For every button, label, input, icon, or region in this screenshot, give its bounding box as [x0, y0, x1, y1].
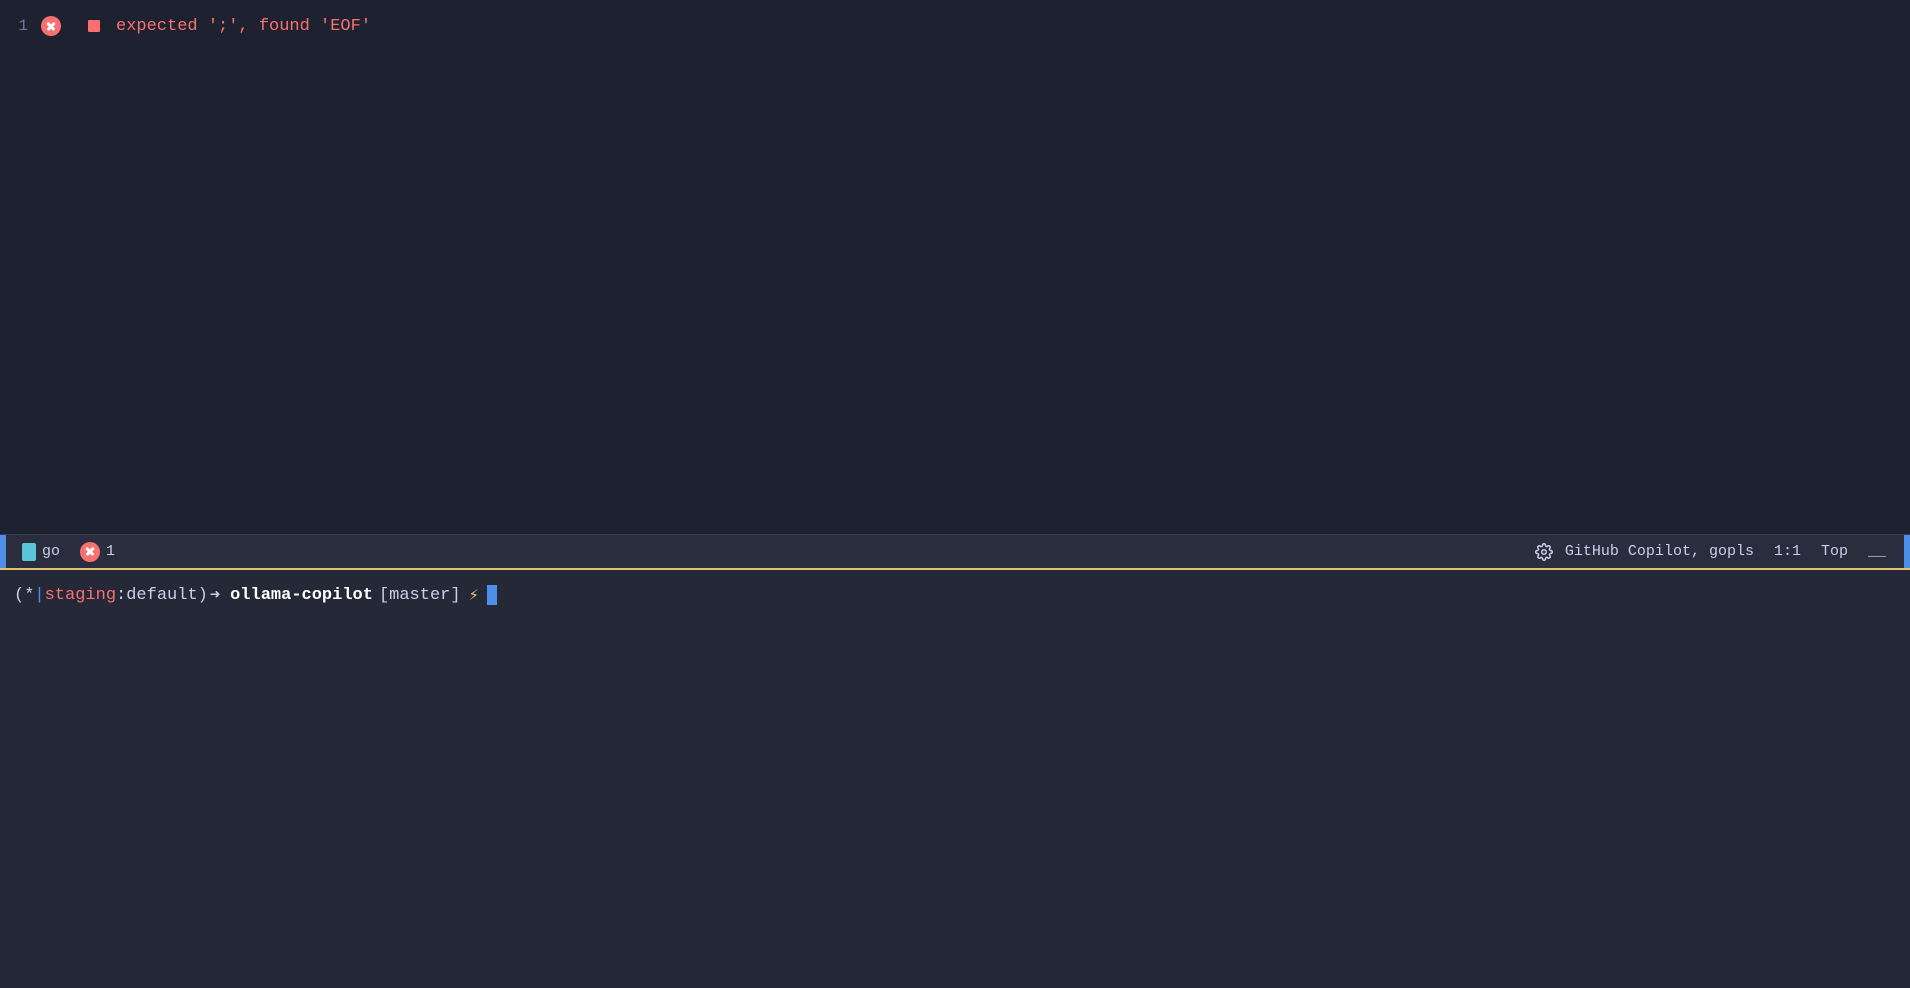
- status-left: go 1: [12, 535, 1535, 569]
- prompt-branch: [master]: [379, 586, 461, 605]
- error-count-indicator[interactable]: 1: [70, 535, 125, 569]
- editor-area: 1 expected ';', found 'EOF': [0, 0, 1910, 534]
- error-status-icon: [80, 542, 100, 562]
- go-file-icon: [22, 543, 36, 561]
- blank-status: __: [1860, 543, 1894, 560]
- line-number: 1: [0, 17, 40, 35]
- terminal-cursor: [487, 585, 497, 605]
- prompt-lightning-icon: ⚡: [469, 585, 479, 606]
- prompt-open: (*: [14, 586, 34, 605]
- error-circle-icon: [41, 16, 61, 36]
- language-label: go: [42, 543, 60, 560]
- prompt-arrow: ➜: [210, 585, 220, 606]
- terminal-prompt-line: (* | staging : default ) ➜ ollama-copilo…: [0, 570, 1910, 620]
- copilot-label: GitHub Copilot, gopls: [1557, 543, 1762, 560]
- error-line-row: 1 expected ';', found 'EOF': [0, 8, 1910, 44]
- prompt-close: ): [198, 586, 208, 605]
- prompt-colon: :: [116, 586, 126, 605]
- error-count-label: 1: [106, 543, 115, 560]
- status-left-accent: [0, 535, 6, 569]
- status-right-accent: [1904, 535, 1910, 569]
- status-right: GitHub Copilot, gopls 1:1 Top __: [1535, 535, 1902, 569]
- prompt-pipe: |: [34, 586, 44, 605]
- error-square-icon: [88, 20, 100, 32]
- prompt-namespace: default: [126, 586, 197, 605]
- terminal-content[interactable]: [0, 620, 1910, 988]
- prompt-project: ollama-copilot: [230, 586, 373, 605]
- error-message: expected ';', found 'EOF': [116, 17, 371, 36]
- language-indicator[interactable]: go: [12, 535, 70, 569]
- gear-icon[interactable]: [1535, 543, 1553, 561]
- terminal-area[interactable]: (* | staging : default ) ➜ ollama-copilo…: [0, 568, 1910, 988]
- cursor-position: 1:1: [1766, 543, 1809, 560]
- prompt-context: staging: [45, 586, 116, 605]
- scroll-position: Top: [1813, 543, 1856, 560]
- status-bar: go 1 GitHub Copilot, gopls 1:1 Top __: [0, 534, 1910, 568]
- error-icon: [40, 15, 62, 37]
